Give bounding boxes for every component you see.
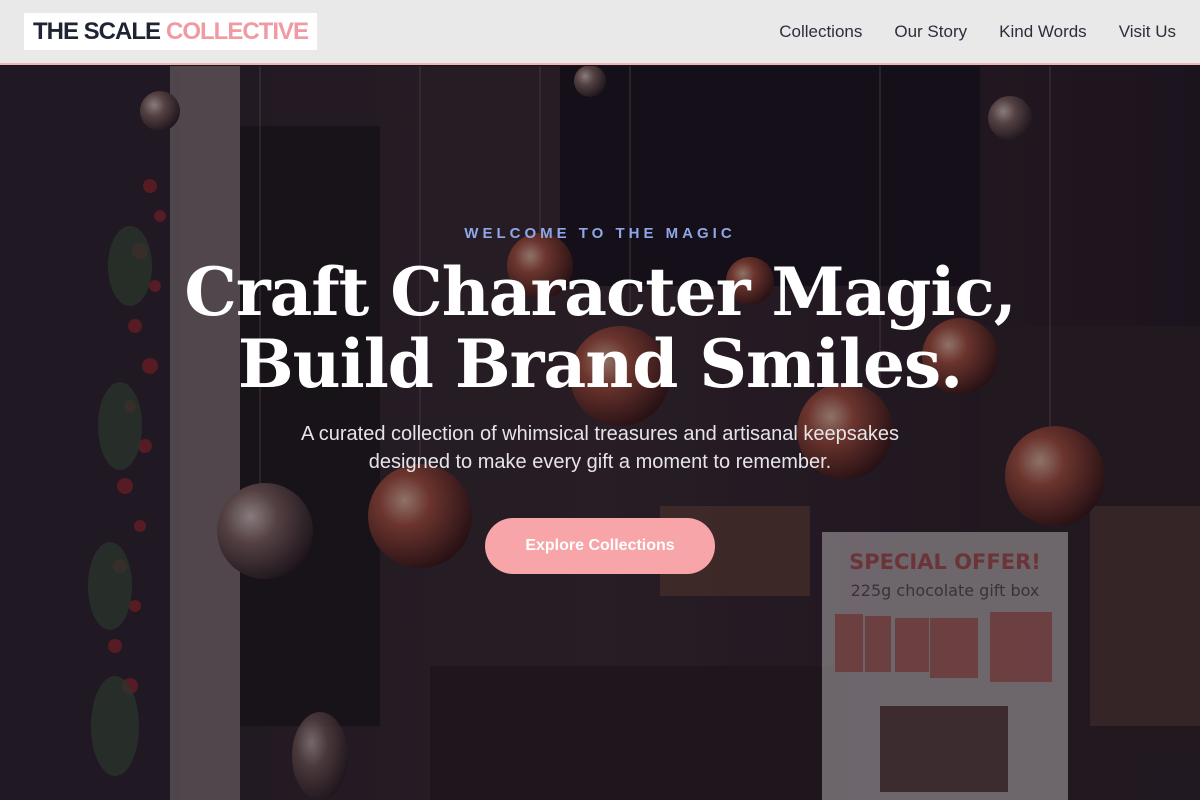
logo[interactable]: THE SCALE COLLECTIVE: [24, 13, 318, 50]
explore-collections-button[interactable]: Explore Collections: [485, 518, 715, 574]
nav-link-collections[interactable]: Collections: [779, 22, 862, 42]
hero-title: Craft Character Magic, Build Brand Smile…: [184, 253, 1016, 403]
hero-title-line-2: Build Brand Smiles.: [237, 325, 963, 403]
hero-title-line-1: Craft Character Magic,: [184, 253, 1016, 331]
logo-text-accent: COLLECTIVE: [166, 17, 309, 45]
nav-link-our-story[interactable]: Our Story: [894, 22, 967, 42]
main-nav: Collections Our Story Kind Words Visit U…: [779, 22, 1176, 42]
hero-section: SPECIAL OFFER! 225g chocolate gift box W…: [0, 66, 1200, 800]
hero-subtitle: A curated collection of whimsical treasu…: [300, 423, 900, 473]
nav-link-kind-words[interactable]: Kind Words: [999, 22, 1087, 42]
hero-content: WELCOME TO THE MAGIC Craft Character Mag…: [0, 66, 1200, 800]
hero-eyebrow: WELCOME TO THE MAGIC: [464, 225, 736, 242]
site-header: THE SCALE COLLECTIVE Collections Our Sto…: [0, 0, 1200, 65]
logo-text-primary: THE SCALE: [33, 17, 161, 45]
nav-link-visit-us[interactable]: Visit Us: [1119, 22, 1176, 42]
